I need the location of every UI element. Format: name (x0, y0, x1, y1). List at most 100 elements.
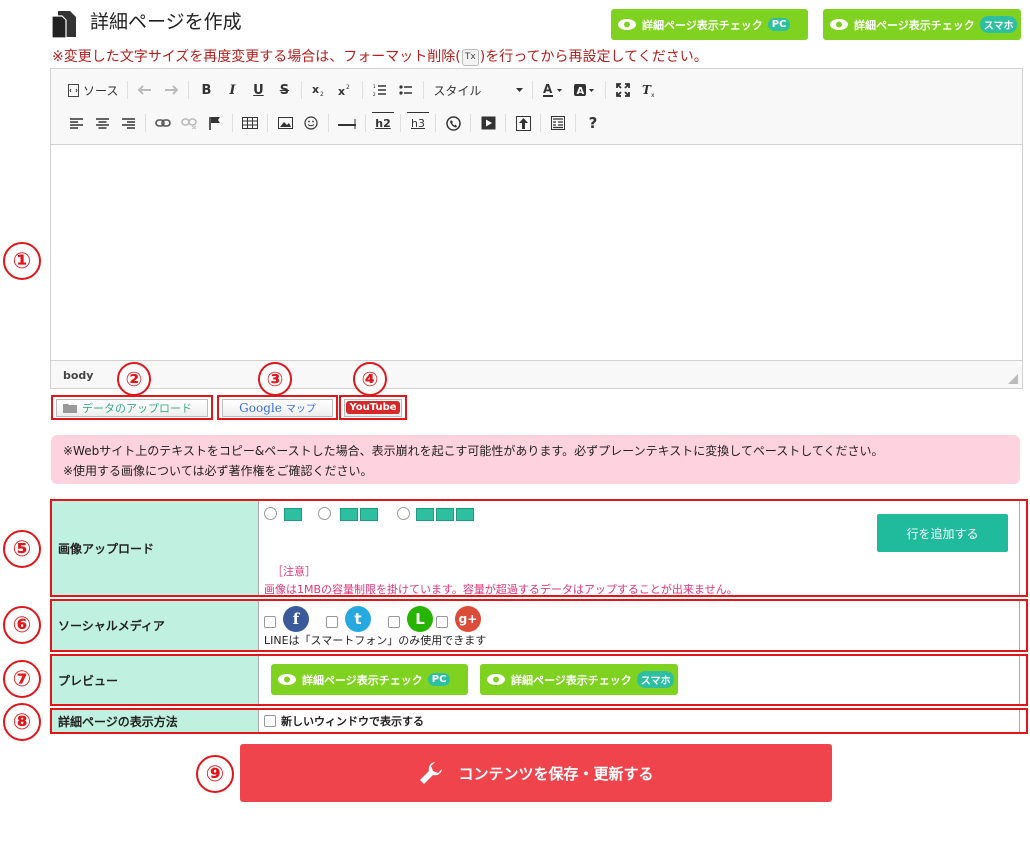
social-media-label: ソーシャルメディア (52, 601, 259, 650)
eye-icon (830, 19, 848, 30)
link-icon (155, 119, 171, 127)
layout-2-radio[interactable] (318, 507, 331, 520)
preview-row-pc-button[interactable]: 詳細ページ表示チェック PC (271, 664, 468, 695)
new-window-checkbox[interactable] (264, 715, 276, 727)
image-icon (456, 508, 474, 521)
smiley-icon (304, 116, 318, 130)
undo-button[interactable] (134, 79, 156, 101)
help-button[interactable]: ? (582, 112, 604, 134)
layout-3-radio[interactable] (397, 507, 410, 520)
youtube-button[interactable]: YouTube (339, 395, 407, 420)
align-center-button[interactable] (91, 112, 113, 134)
google-map-button[interactable]: Google マップ (217, 395, 338, 420)
link-button[interactable] (152, 112, 174, 134)
twitter-icon: t (345, 606, 371, 632)
save-update-button[interactable]: コンテンツを保存・更新する (240, 744, 832, 802)
underline-button[interactable]: U (247, 79, 269, 101)
preview-row-sp-button[interactable]: 詳細ページ表示チェック スマホ (480, 664, 678, 695)
image-upload-content: 行を追加する ［注意］ 画像は1MBの容量制限を掛けています。容量が超過するデー… (260, 501, 1020, 596)
numbered-list-button[interactable]: 12 (369, 79, 391, 101)
template-icon (551, 116, 565, 130)
paste-notice: ※Webサイト上のテキストをコピー&ペーストした場合、表示崩れを起こす可能性があ… (51, 435, 1020, 484)
editor-content-area[interactable] (51, 145, 1022, 361)
marker-1: ① (3, 242, 41, 280)
element-path[interactable]: body (63, 369, 93, 382)
preview-sp-label: 詳細ページ表示チェック (854, 18, 975, 32)
bg-color-icon: A (574, 84, 595, 97)
note-title: ［注意］ (272, 565, 316, 578)
resize-handle-icon[interactable] (1008, 374, 1018, 384)
eye-icon (487, 674, 505, 685)
h3-button[interactable]: h3 (407, 112, 429, 134)
horizontal-rule-button[interactable] (335, 112, 359, 134)
redo-icon (165, 85, 179, 95)
twitter-checkbox[interactable] (326, 616, 338, 628)
remove-format-icon: Tx (642, 83, 655, 97)
arrow-up-icon (515, 115, 531, 131)
superscript-button[interactable]: x2 (334, 79, 356, 101)
note-body: 画像は1MBの容量制限を掛けています。容量が超過するデータはアップすることが出来… (264, 583, 738, 596)
table-button[interactable] (239, 112, 261, 134)
bullet-list-icon (399, 85, 413, 95)
template-button[interactable] (547, 112, 569, 134)
editor-status-bar: body (51, 360, 1022, 388)
new-window-label: 新しいウィンドウで表示する (281, 715, 424, 728)
page-top-button[interactable] (512, 112, 534, 134)
svg-text:1: 1 (373, 84, 376, 89)
eye-icon (618, 19, 636, 30)
bullet-list-button[interactable] (395, 79, 417, 101)
bg-color-button[interactable]: A (571, 79, 599, 101)
remove-format-button[interactable]: Tx (638, 79, 660, 101)
italic-button[interactable]: I (221, 79, 243, 101)
horizontal-rule-icon (338, 119, 356, 129)
redo-button[interactable] (160, 79, 182, 101)
bold-button[interactable]: B (195, 79, 217, 101)
anchor-button[interactable] (204, 112, 226, 134)
strike-button[interactable]: S (273, 79, 295, 101)
maximize-button[interactable] (612, 79, 634, 101)
line-note: LINEは「スマートフォン」のみ使用できます (264, 634, 487, 647)
preview-sp-button[interactable]: 詳細ページ表示チェック スマホ (823, 9, 1021, 40)
googleplus-checkbox[interactable] (436, 616, 448, 628)
unlink-button[interactable] (178, 112, 200, 134)
align-left-button[interactable] (65, 112, 87, 134)
preview-pc-label: 詳細ページ表示チェック (642, 18, 763, 32)
remove-format-icon: Tx (461, 48, 479, 66)
video-button[interactable] (477, 112, 499, 134)
preview-pc-button[interactable]: 詳細ページ表示チェック PC (611, 9, 808, 40)
style-dropdown[interactable]: スタイル (430, 79, 526, 101)
folder-icon (63, 403, 77, 413)
emoji-button[interactable] (300, 112, 322, 134)
add-row-button[interactable]: 行を追加する (877, 514, 1008, 552)
wrench-icon (420, 762, 443, 784)
marker-5: ⑤ (3, 530, 41, 568)
eye-icon (278, 674, 296, 685)
separator (575, 114, 576, 132)
text-color-button[interactable]: A (539, 79, 567, 101)
facebook-checkbox[interactable] (264, 616, 276, 628)
line-checkbox[interactable] (388, 616, 400, 628)
layout-1-radio[interactable] (264, 507, 277, 520)
align-left-icon (69, 117, 83, 129)
separator (127, 81, 129, 99)
subscript-button[interactable]: x2 (308, 79, 330, 101)
image-icon (436, 508, 454, 521)
display-method-label: 詳細ページの表示方法 (52, 710, 259, 732)
separator (328, 114, 329, 132)
google-plus-icon: g+ (455, 606, 481, 632)
google-logo: Google (239, 400, 282, 415)
image-button[interactable] (274, 112, 296, 134)
phone-button[interactable] (442, 112, 464, 134)
source-button[interactable]: ソース (65, 79, 121, 101)
marker-3: ③ (258, 362, 292, 396)
subscript-icon: x2 (312, 83, 324, 97)
align-right-button[interactable] (117, 112, 139, 134)
preview-content: 詳細ページ表示チェック PC 詳細ページ表示チェック スマホ (260, 656, 1020, 704)
data-upload-button[interactable]: データのアップロード (51, 395, 213, 420)
numbered-list-icon: 12 (373, 84, 387, 96)
separator (605, 81, 607, 99)
preview-label: プレビュー (52, 656, 259, 704)
line-icon: L (407, 606, 433, 632)
h2-button[interactable]: h2 (372, 112, 394, 134)
social-media-row: ソーシャルメディア f t L g+ LINEは「スマートフォン」のみ使用できま… (50, 599, 1028, 652)
